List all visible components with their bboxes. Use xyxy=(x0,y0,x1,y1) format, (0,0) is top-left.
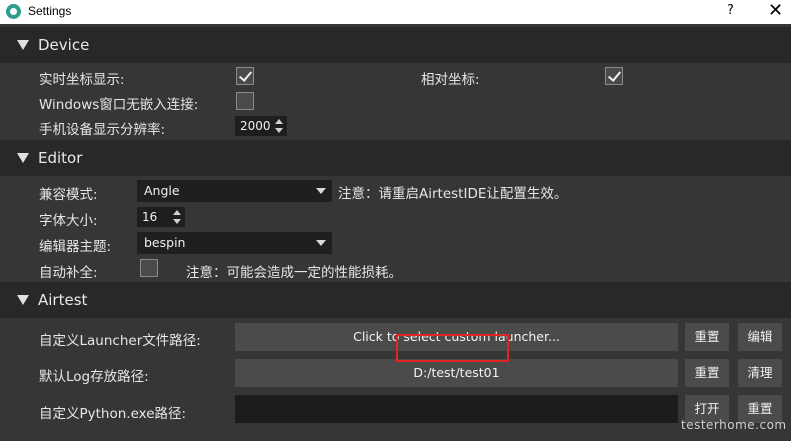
log-clear-button[interactable]: 清理 xyxy=(738,359,782,387)
windows-embed-checkbox[interactable] xyxy=(236,92,254,110)
theme-value: bespin xyxy=(144,235,186,250)
spin-arrows-icon[interactable] xyxy=(275,118,283,134)
close-button[interactable]: ✕ xyxy=(768,1,783,21)
section-airtest-title: Airtest xyxy=(38,291,88,309)
python-path-field[interactable] xyxy=(235,395,678,423)
relative-coords-checkbox[interactable] xyxy=(605,67,623,85)
section-airtest-header[interactable]: Airtest xyxy=(0,282,791,318)
launcher-path-label: 自定义Launcher文件路径: xyxy=(39,333,201,349)
windows-embed-label: Windows窗口无嵌入连接: xyxy=(39,97,199,113)
compat-mode-label: 兼容模式: xyxy=(39,187,98,203)
autocomplete-label: 自动补全: xyxy=(39,265,98,281)
chevron-down-icon xyxy=(316,188,326,194)
resolution-spinbox[interactable]: 2000 xyxy=(235,116,287,136)
spin-arrows-icon[interactable] xyxy=(173,209,181,225)
resolution-label: 手机设备显示分辨率: xyxy=(39,122,166,138)
section-device-title: Device xyxy=(38,36,90,54)
section-device-header[interactable]: Device xyxy=(0,27,791,63)
launcher-reset-button[interactable]: 重置 xyxy=(685,323,729,351)
font-size-label: 字体大小: xyxy=(39,213,98,229)
compat-mode-value: Angle xyxy=(144,183,180,198)
log-path-label: 默认Log存放路径: xyxy=(39,369,149,385)
log-path-field[interactable]: D:/test/test01 xyxy=(235,359,678,387)
autocomplete-note: 注意：可能会造成一定的性能损耗。 xyxy=(186,265,402,281)
section-editor-header[interactable]: Editor xyxy=(0,140,791,176)
collapse-triangle-icon xyxy=(17,153,29,163)
highlight-box xyxy=(396,334,509,362)
theme-select[interactable]: bespin xyxy=(137,232,332,254)
app-icon xyxy=(6,4,21,19)
autocomplete-checkbox[interactable] xyxy=(140,259,158,277)
title-bar: Settings ? ✕ xyxy=(0,0,791,24)
compat-mode-select[interactable]: Angle xyxy=(137,180,332,202)
theme-label: 编辑器主题: xyxy=(39,239,112,255)
section-editor-title: Editor xyxy=(38,149,83,167)
log-reset-button[interactable]: 重置 xyxy=(685,359,729,387)
help-button[interactable]: ? xyxy=(727,3,734,18)
resolution-value: 2000 xyxy=(240,119,271,133)
collapse-triangle-icon xyxy=(17,295,29,305)
font-size-value: 16 xyxy=(142,210,158,224)
relative-coords-label: 相对坐标: xyxy=(421,72,480,88)
font-size-spinbox[interactable]: 16 xyxy=(137,207,185,227)
chevron-down-icon xyxy=(316,240,326,246)
window-title: Settings xyxy=(28,4,72,18)
watermark: testerhome.com xyxy=(681,418,787,432)
launcher-edit-button[interactable]: 编辑 xyxy=(738,323,782,351)
collapse-triangle-icon xyxy=(17,40,29,50)
realtime-coords-checkbox[interactable] xyxy=(236,67,254,85)
python-path-label: 自定义Python.exe路径: xyxy=(39,406,187,422)
compat-mode-note: 注意：请重启AirtestIDE让配置生效。 xyxy=(338,186,568,202)
realtime-coords-label: 实时坐标显示: xyxy=(39,72,125,88)
